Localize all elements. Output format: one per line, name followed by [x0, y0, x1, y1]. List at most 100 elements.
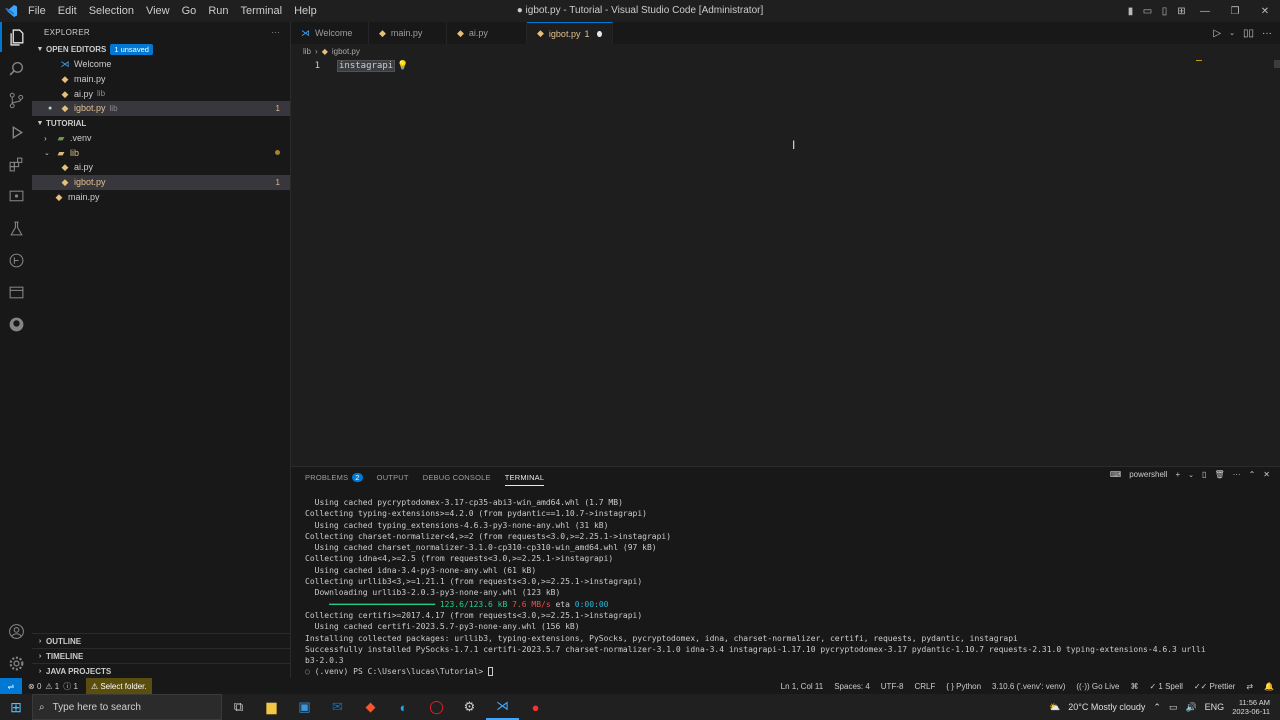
editor-scrollbar[interactable] [1274, 60, 1280, 68]
windows-start-icon[interactable]: ⊞ [0, 694, 32, 720]
task-view-icon[interactable]: ⧉ [222, 694, 255, 720]
recorder-app-icon[interactable]: ● [519, 694, 552, 720]
tab-igbot[interactable]: ◆ igbot.py 1 [527, 22, 613, 44]
mail-icon[interactable]: ✉ [321, 694, 354, 720]
open-editor-welcome[interactable]: ⋊ Welcome [32, 57, 290, 72]
toggle-panel-icon[interactable]: ▭ [1139, 6, 1156, 17]
close-panel-icon[interactable]: ✕ [1263, 470, 1270, 479]
toggle-primary-sidebar-icon[interactable]: ▮ [1122, 6, 1139, 17]
open-editor-igbot[interactable]: ● ◆ igbot.py lib 1 [32, 101, 290, 116]
copilot-icon[interactable]: ⌘ [1130, 682, 1138, 691]
open-editor-main[interactable]: ◆ main.py [32, 72, 290, 87]
gitlens-icon[interactable] [0, 245, 32, 275]
project-manager-icon[interactable] [0, 277, 32, 307]
maximize-panel-icon[interactable]: ⌃ [1249, 470, 1256, 479]
unsaved-dot-icon[interactable]: ● [48, 105, 60, 112]
taskbar-search[interactable]: ⌕ Type here to search [32, 694, 222, 720]
settings-gear-icon[interactable]: ⚙ [453, 694, 486, 720]
go-live[interactable]: ((·)) Go Live [1076, 682, 1119, 691]
account-icon[interactable] [0, 616, 32, 646]
close-window-button[interactable]: ✕ [1250, 6, 1280, 17]
select-folder-status[interactable]: ⚠ Select folder. [85, 678, 152, 694]
tree-item-ai[interactable]: ◆ ai.py [32, 160, 290, 175]
errors-status[interactable]: ⊗ 0 [28, 682, 41, 691]
unsaved-dot-icon[interactable] [597, 30, 602, 37]
chevron-down-icon[interactable]: ⌄ [1188, 471, 1194, 479]
notifications-bell-icon[interactable]: 🔔 [1264, 682, 1274, 691]
network-icon[interactable]: ▭ [1169, 702, 1178, 713]
language-mode[interactable]: { } Python [946, 682, 981, 691]
weather-text[interactable]: 20°C Mostly cloudy [1068, 702, 1145, 712]
menu-edit[interactable]: Edit [52, 0, 83, 22]
tray-chevron-up-icon[interactable]: ⌃ [1153, 702, 1161, 713]
breadcrumb-file[interactable]: igbot.py [332, 47, 360, 56]
menu-terminal[interactable]: Terminal [235, 0, 289, 22]
info-status[interactable]: ⓘ 1 [63, 681, 78, 692]
edge-browser-icon[interactable]: ◐ [387, 694, 420, 720]
vscode-taskbar-icon[interactable]: ⋊ [486, 694, 519, 720]
tab-terminal[interactable]: TERMINAL [504, 469, 545, 486]
more-actions-icon[interactable]: ··· [1233, 470, 1241, 479]
trash-icon[interactable]: 🗑 [1214, 470, 1224, 479]
tab-debug-console[interactable]: DEBUG CONSOLE [423, 473, 491, 482]
explorer-icon[interactable] [0, 22, 32, 52]
breadcrumb-folder[interactable]: lib [303, 47, 311, 56]
restore-button[interactable]: ❐ [1220, 6, 1250, 17]
store-icon[interactable]: ▣ [288, 694, 321, 720]
open-editor-ai[interactable]: ◆ ai.py lib [32, 86, 290, 101]
split-terminal-icon[interactable]: ▯ [1202, 470, 1206, 479]
github-icon[interactable] [0, 309, 32, 339]
search-icon[interactable] [0, 53, 32, 83]
code-editor[interactable]: 1 instagrapi 💡 [291, 58, 1280, 462]
menu-help[interactable]: Help [288, 0, 323, 22]
feedback-icon[interactable]: ⇄ [1246, 682, 1253, 691]
outline-section[interactable]: › OUTLINE [32, 633, 291, 648]
warnings-status[interactable]: ⚠ 1 [45, 682, 59, 691]
menu-run[interactable]: Run [202, 0, 234, 22]
tab-ai[interactable]: ◆ ai.py [447, 22, 527, 44]
source-control-icon[interactable] [0, 85, 32, 115]
tutorial-folder-section[interactable]: ▼ TUTORIAL [32, 116, 290, 131]
toggle-secondary-sidebar-icon[interactable]: ▯ [1156, 6, 1173, 17]
file-explorer-icon[interactable]: ▆ [255, 694, 288, 720]
lightbulb-icon[interactable]: 💡 [397, 61, 408, 71]
testing-icon[interactable] [0, 213, 32, 243]
tree-item-venv[interactable]: › ▰ .venv [32, 131, 290, 146]
customize-layout-icon[interactable]: ⊞ [1173, 6, 1190, 17]
tree-item-igbot[interactable]: ◆ igbot.py 1 [32, 174, 290, 190]
tree-item-lib[interactable]: ⌄ ▰ lib [32, 145, 290, 160]
manage-gear-icon[interactable] [0, 648, 32, 678]
chevron-down-icon[interactable]: ⌄ [1229, 29, 1235, 37]
language-indicator[interactable]: ENG [1205, 702, 1225, 712]
tab-main[interactable]: ◆ main.py [369, 22, 447, 44]
extensions-icon[interactable] [0, 149, 32, 179]
indentation[interactable]: Spaces: 4 [834, 682, 870, 691]
more-actions-icon[interactable]: ··· [1262, 28, 1272, 39]
split-editor-icon[interactable]: ▯▯ [1243, 28, 1254, 39]
python-interpreter[interactable]: 3.10.6 ('.venv': venv) [992, 682, 1065, 691]
timeline-section[interactable]: › TIMELINE [32, 648, 291, 663]
code-text[interactable]: instagrapi [337, 59, 396, 72]
remote-explorer-icon[interactable] [0, 181, 32, 211]
prettier-status[interactable]: ✓✓ Prettier [1194, 682, 1235, 691]
terminal-prompt[interactable]: ○ (.venv) PS C:\Users\lucas\Tutorial> [305, 666, 1206, 677]
new-terminal-icon[interactable]: + [1175, 470, 1180, 479]
more-actions-icon[interactable]: ··· [271, 28, 280, 37]
run-python-file-icon[interactable]: ▷ [1213, 28, 1221, 39]
minimize-button[interactable]: — [1190, 6, 1220, 17]
cursor-position[interactable]: Ln 1, Col 11 [781, 682, 824, 691]
clock[interactable]: 11:56 AM 2023-06-11 [1232, 698, 1270, 716]
menu-view[interactable]: View [140, 0, 176, 22]
terminal-shell-label[interactable]: powershell [1129, 470, 1167, 479]
opera-browser-icon[interactable]: ◯ [420, 694, 453, 720]
tab-problems[interactable]: PROBLEMS 2 [305, 472, 363, 482]
volume-icon[interactable]: 🔊 [1185, 702, 1196, 713]
tab-welcome[interactable]: ⋊ Welcome [291, 22, 369, 44]
spell-status[interactable]: ✓ 1 Spell [1149, 682, 1182, 691]
menu-selection[interactable]: Selection [83, 0, 140, 22]
tab-output[interactable]: OUTPUT [377, 473, 409, 482]
menu-go[interactable]: Go [176, 0, 203, 22]
run-debug-icon[interactable] [0, 117, 32, 147]
java-projects-section[interactable]: › JAVA PROJECTS [32, 663, 291, 678]
brave-browser-icon[interactable]: ◆ [354, 694, 387, 720]
